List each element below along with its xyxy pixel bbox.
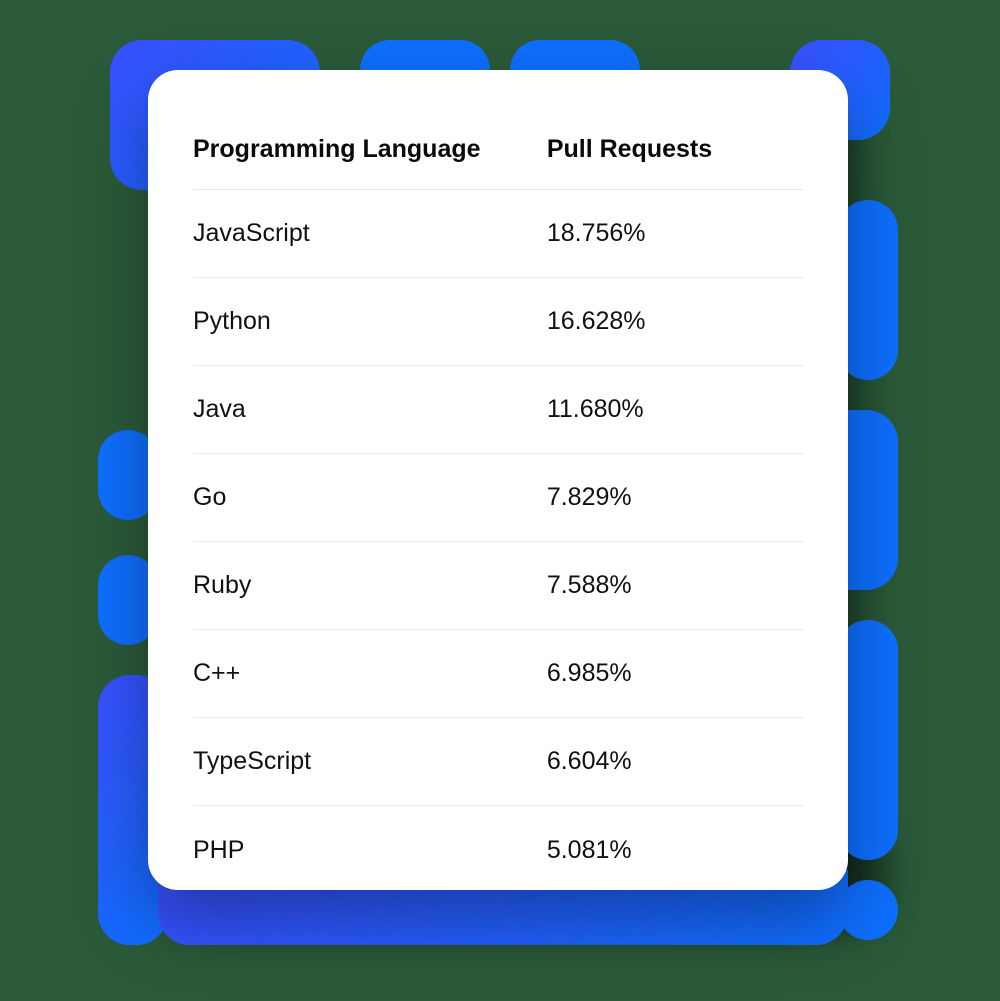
header-pull-requests: Pull Requests — [547, 135, 803, 164]
cell-pull-requests: 6.604% — [547, 747, 803, 776]
table-header-row: Programming Language Pull Requests — [193, 110, 803, 190]
cell-pull-requests: 7.588% — [547, 571, 803, 600]
cell-pull-requests: 5.081% — [547, 836, 803, 865]
cell-language: Python — [193, 307, 547, 336]
cell-language: PHP — [193, 836, 547, 865]
cell-pull-requests: 7.829% — [547, 483, 803, 512]
cell-language: TypeScript — [193, 747, 547, 776]
cell-language: Java — [193, 395, 547, 424]
cell-pull-requests: 11.680% — [547, 395, 803, 424]
table-row: C++ 6.985% — [193, 630, 803, 718]
cell-language: Go — [193, 483, 547, 512]
cell-pull-requests: 18.756% — [547, 219, 803, 248]
table-row: PHP 5.081% — [193, 806, 803, 894]
cell-language: JavaScript — [193, 219, 547, 248]
language-table-card: Programming Language Pull Requests JavaS… — [148, 70, 848, 890]
table-row: TypeScript 6.604% — [193, 718, 803, 806]
header-language: Programming Language — [193, 135, 547, 164]
table-row: Ruby 7.588% — [193, 542, 803, 630]
cell-language: C++ — [193, 659, 547, 688]
table-row: Python 16.628% — [193, 278, 803, 366]
cell-pull-requests: 6.985% — [547, 659, 803, 688]
cell-language: Ruby — [193, 571, 547, 600]
table-row: JavaScript 18.756% — [193, 190, 803, 278]
cell-pull-requests: 16.628% — [547, 307, 803, 336]
table-row: Java 11.680% — [193, 366, 803, 454]
table-row: Go 7.829% — [193, 454, 803, 542]
